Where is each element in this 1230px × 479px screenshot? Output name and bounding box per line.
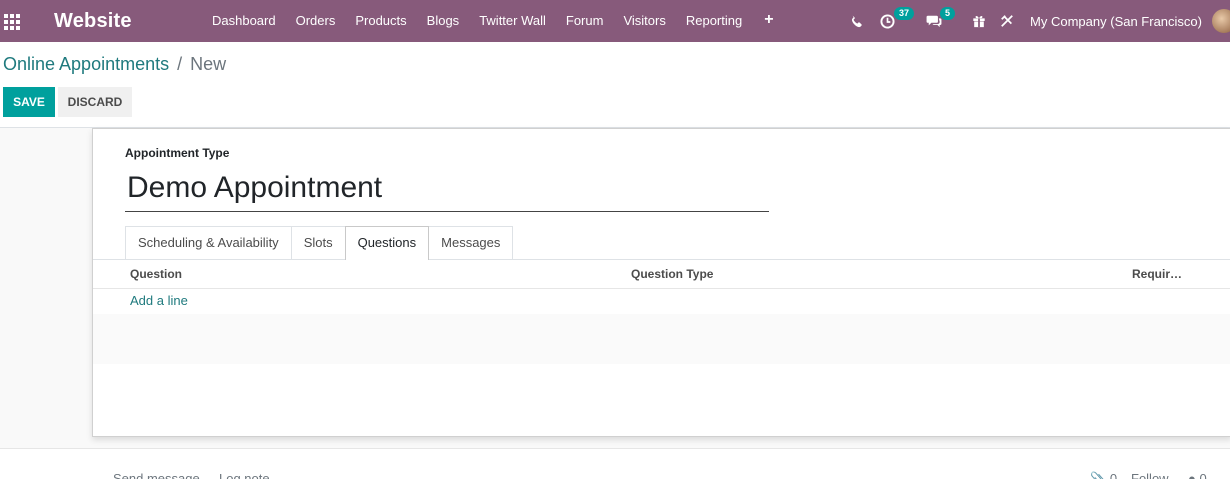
apps-menu-icon[interactable]	[4, 14, 22, 30]
systray: 37 5 My Company (San Francisco)	[842, 0, 1230, 42]
user-avatar[interactable]	[1212, 9, 1230, 33]
followers-button[interactable]: ● 0	[1188, 471, 1207, 479]
main-menu: Dashboard Orders Products Blogs Twitter …	[202, 0, 786, 42]
log-note-button[interactable]: Log note	[219, 471, 270, 479]
gift-icon[interactable]	[964, 0, 994, 42]
questions-table: Question Question Type Requir… Add a lin…	[93, 260, 1230, 364]
activity-count-badge: 37	[894, 7, 915, 20]
column-header-required[interactable]: Requir…	[1132, 267, 1182, 281]
tab-slots[interactable]: Slots	[290, 226, 346, 259]
attachments-button[interactable]: 📎 0	[1090, 471, 1117, 479]
appointment-type-label: Appointment Type	[125, 146, 230, 160]
form-tabs: Scheduling & Availability Slots Question…	[125, 226, 514, 260]
send-message-button[interactable]: Send message	[113, 471, 200, 479]
menu-item-visitors[interactable]: Visitors	[613, 0, 675, 42]
menu-item-products[interactable]: Products	[345, 0, 416, 42]
menu-item-dashboard[interactable]: Dashboard	[202, 0, 286, 42]
save-button[interactable]: Save	[3, 87, 55, 117]
breadcrumb: Online Appointments / New	[3, 54, 226, 75]
appointment-type-name-input[interactable]	[125, 165, 769, 212]
phone-icon[interactable]	[842, 0, 872, 42]
add-a-line-link[interactable]: Add a line	[130, 293, 188, 308]
breadcrumb-current: New	[190, 54, 227, 74]
tab-scheduling-availability[interactable]: Scheduling & Availability	[125, 226, 292, 259]
attachments-count: 0	[1109, 471, 1118, 479]
messages-count-badge: 5	[940, 7, 956, 20]
table-row: Add a line	[93, 289, 1230, 314]
activity-clock-icon[interactable]: 37	[872, 0, 918, 42]
table-row	[93, 339, 1230, 364]
followers-count: 0	[1199, 471, 1207, 479]
tab-messages[interactable]: Messages	[428, 226, 514, 259]
column-header-question-type[interactable]: Question Type	[631, 267, 713, 281]
tab-questions[interactable]: Questions	[344, 226, 430, 260]
control-panel: Online Appointments / New Save Discard	[0, 42, 1230, 128]
menu-item-twitter-wall[interactable]: Twitter Wall	[469, 0, 556, 42]
table-row	[93, 314, 1230, 339]
menu-item-blogs[interactable]: Blogs	[417, 0, 470, 42]
chatter-bar: Send message Log note 📎 0 Follow ● 0	[0, 448, 1230, 479]
form-sheet: Appointment Type Scheduling & Availabili…	[92, 128, 1230, 437]
column-header-question[interactable]: Question	[130, 267, 182, 281]
top-navbar: Website Dashboard Orders Products Blogs …	[0, 0, 1230, 42]
user-icon: ●	[1188, 471, 1196, 479]
table-header: Question Question Type Requir…	[93, 260, 1230, 289]
menu-item-reporting[interactable]: Reporting	[676, 0, 752, 42]
paperclip-icon: 📎	[1090, 471, 1107, 479]
discard-button[interactable]: Discard	[58, 87, 132, 117]
menu-item-forum[interactable]: Forum	[556, 0, 614, 42]
plus-icon[interactable]: +	[752, 0, 785, 42]
company-switcher[interactable]: My Company (San Francisco)	[1030, 14, 1202, 29]
breadcrumb-online-appointments[interactable]: Online Appointments	[3, 54, 169, 75]
breadcrumb-separator: /	[177, 54, 183, 74]
app-name[interactable]: Website	[54, 10, 190, 33]
menu-item-orders[interactable]: Orders	[286, 0, 346, 42]
debug-tools-icon[interactable]	[994, 0, 1020, 42]
follow-button[interactable]: Follow	[1131, 471, 1169, 479]
messages-chat-icon[interactable]: 5	[918, 0, 964, 42]
